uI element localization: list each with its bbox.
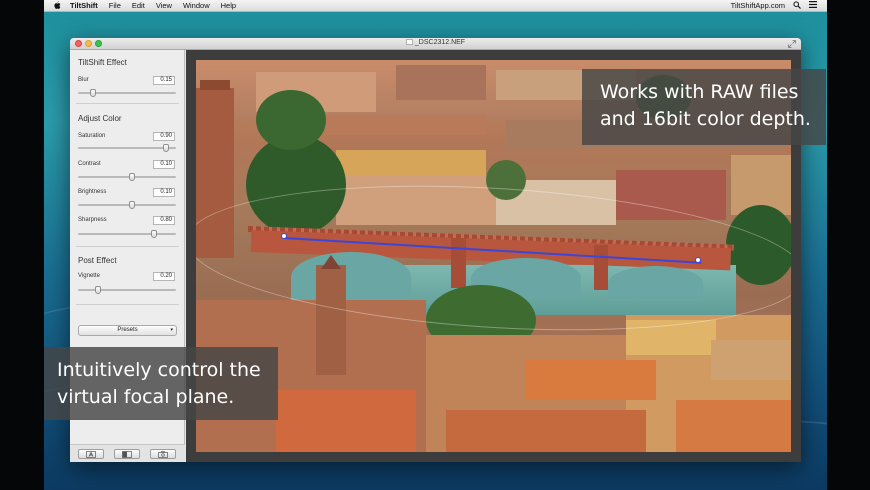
section-divider	[76, 246, 179, 247]
menu-window[interactable]: Window	[183, 1, 210, 10]
contrast-label: Contrast	[78, 161, 101, 167]
slider-knob[interactable]	[94, 286, 101, 294]
window-title-text: _DSC2312.NEF	[414, 39, 466, 46]
menu-app-name[interactable]: TiltShift	[70, 1, 98, 10]
export-icon	[158, 450, 168, 458]
slider-knob[interactable]	[89, 89, 96, 97]
brightness-value-field[interactable]: 0.10	[153, 188, 175, 197]
tower-top	[200, 80, 230, 90]
saturation-label: Saturation	[78, 133, 106, 139]
caption-line: and 16bit color depth.	[600, 108, 811, 130]
menu-view[interactable]: View	[156, 1, 172, 10]
list-icon[interactable]	[809, 1, 817, 10]
caption-line: virtual focal plane.	[57, 386, 235, 408]
roofline	[326, 115, 486, 135]
section-title-tiltshift: TiltShift Effect	[78, 58, 127, 67]
menu-file[interactable]: File	[109, 1, 121, 10]
slider-track	[78, 176, 176, 178]
letterbox-right	[827, 0, 870, 490]
contrast-value-field[interactable]: 0.10	[153, 160, 175, 169]
building	[711, 340, 791, 380]
presets-popup-button[interactable]: Presets ▾	[78, 325, 177, 336]
export-button[interactable]	[150, 449, 176, 459]
vignette-value-field[interactable]: 0.20	[153, 272, 175, 281]
menu-help[interactable]: Help	[221, 1, 236, 10]
roof	[446, 410, 646, 452]
menu-edit[interactable]: Edit	[132, 1, 145, 10]
caption-raw-support: Works with RAW files and 16bit color dep…	[582, 69, 826, 145]
building	[396, 65, 486, 100]
window-title: _DSC2312.NEF	[70, 39, 801, 46]
roof	[276, 390, 416, 452]
vignette-label: Vignette	[78, 273, 100, 279]
roof	[526, 360, 656, 400]
screenshot: TiltShift File Edit View Window Help Til…	[0, 0, 870, 490]
fullscreen-icon[interactable]	[788, 40, 796, 48]
sharpness-value-field[interactable]: 0.80	[153, 216, 175, 225]
section-title-adjust-color: Adjust Color	[78, 114, 122, 123]
slider-knob[interactable]	[163, 144, 170, 152]
chevron-down-icon: ▾	[170, 327, 173, 333]
tree	[256, 90, 326, 150]
menubar-site-link[interactable]: TiltShiftApp.com	[731, 1, 785, 10]
blur-value-field[interactable]: 0.15	[153, 76, 175, 85]
focal-end-handle[interactable]	[695, 257, 701, 263]
compare-button[interactable]	[114, 449, 140, 459]
slider-track	[78, 147, 176, 149]
blur-label: Blur	[78, 77, 89, 83]
presets-label: Presets	[117, 327, 138, 333]
slider-knob[interactable]	[128, 173, 135, 181]
sidebar-bottom-bar	[70, 444, 185, 462]
saturation-slider[interactable]	[78, 143, 176, 153]
menu-bar: TiltShift File Edit View Window Help Til…	[44, 0, 827, 12]
brightness-label: Brightness	[78, 189, 107, 195]
title-bar[interactable]: _DSC2312.NEF	[70, 38, 801, 50]
brightness-slider[interactable]	[78, 200, 176, 210]
slider-track	[78, 233, 176, 235]
sharpness-label: Sharpness	[78, 217, 107, 223]
search-icon[interactable]	[793, 0, 801, 11]
section-title-post-effect: Post Effect	[78, 256, 117, 265]
saturation-value-field[interactable]: 0.90	[153, 132, 175, 141]
focal-start-handle[interactable]	[281, 233, 287, 239]
section-divider	[76, 304, 179, 305]
document-icon	[406, 39, 413, 45]
slider-track	[78, 289, 176, 291]
slider-track	[78, 204, 176, 206]
compare-icon	[122, 450, 132, 458]
text-overlay-button[interactable]	[78, 449, 104, 459]
roof	[676, 400, 791, 452]
sharpness-slider[interactable]	[78, 229, 176, 239]
apple-logo-icon[interactable]	[52, 1, 62, 10]
caption-line: Intuitively control the	[57, 359, 261, 381]
caption-line: Works with RAW files	[600, 81, 799, 103]
contrast-slider[interactable]	[78, 172, 176, 182]
blur-slider[interactable]	[78, 88, 176, 98]
text-icon	[86, 450, 96, 458]
vignette-slider[interactable]	[78, 285, 176, 295]
caption-focal-plane: Intuitively control the virtual focal pl…	[44, 347, 278, 420]
section-divider	[76, 103, 179, 104]
slider-knob[interactable]	[151, 230, 158, 238]
letterbox-left	[0, 0, 44, 490]
slider-knob[interactable]	[128, 201, 135, 209]
